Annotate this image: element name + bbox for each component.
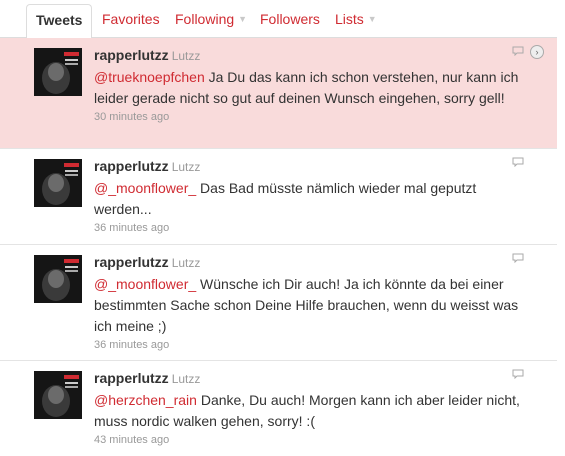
tab-lists[interactable]: Lists ▼ (335, 0, 377, 37)
avatar[interactable] (34, 255, 82, 303)
full-name: Lutzz (171, 49, 201, 63)
tab-label: Followers (260, 11, 320, 27)
reply-icon[interactable] (512, 157, 524, 167)
screen-name[interactable]: rapperlutzz (94, 47, 169, 63)
timestamp[interactable]: 36 minutes ago (94, 339, 534, 351)
tab-label: Lists (335, 11, 364, 27)
chevron-down-icon: ▼ (367, 14, 377, 24)
tweet-text: @_moonflower_ Wünsche ich Dir auch! Ja i… (94, 274, 534, 337)
tweet-feed: rapperlutzz Lutzz @trueknoepfchen Ja Du d… (0, 38, 557, 456)
avatar-image (34, 159, 82, 207)
chevron-right-icon[interactable]: › (530, 45, 544, 59)
avatar[interactable] (34, 48, 82, 96)
mention-link[interactable]: @_moonflower_ (94, 276, 196, 292)
timestamp[interactable]: 36 minutes ago (94, 222, 534, 234)
avatar-image (34, 371, 82, 419)
tab-label: Tweets (36, 12, 83, 28)
screen-name[interactable]: rapperlutzz (94, 254, 169, 270)
tweet-item[interactable]: rapperlutzz Lutzz @herzchen_rain Danke, D… (0, 361, 557, 456)
tweet-item[interactable]: rapperlutzz Lutzz @_moonflower_ Wünsche i… (0, 245, 557, 361)
reply-icon[interactable] (512, 46, 524, 56)
avatar-image (34, 255, 82, 303)
tweet-text: @herzchen_rain Danke, Du auch! Morgen ka… (94, 390, 534, 432)
full-name: Lutzz (171, 372, 201, 386)
tab-tweets[interactable]: Tweets (26, 4, 93, 40)
avatar[interactable] (34, 371, 82, 419)
avatar-image (34, 48, 82, 96)
timestamp[interactable]: 43 minutes ago (94, 434, 534, 446)
full-name: Lutzz (171, 256, 201, 270)
mention-link[interactable]: @herzchen_rain (94, 392, 197, 408)
avatar[interactable] (34, 159, 82, 207)
mention-link[interactable]: @trueknoepfchen (94, 69, 205, 85)
tweet-item[interactable]: rapperlutzz Lutzz @trueknoepfchen Ja Du d… (0, 38, 557, 149)
tweet-text: @_moonflower_ Das Bad müsste nämlich wie… (94, 178, 534, 220)
tweet-text: @trueknoepfchen Ja Du das kann ich schon… (94, 67, 534, 109)
tweet-item[interactable]: rapperlutzz Lutzz @_moonflower_ Das Bad m… (0, 149, 557, 245)
full-name: Lutzz (171, 160, 201, 174)
tab-label: Following (175, 11, 235, 27)
reply-icon[interactable] (512, 369, 524, 379)
screen-name[interactable]: rapperlutzz (94, 158, 169, 174)
profile-tabs: Tweets Favorites Following ▼ Followers Li… (0, 0, 557, 40)
chevron-down-icon: ▼ (238, 14, 248, 24)
screen-name[interactable]: rapperlutzz (94, 370, 169, 386)
tab-favorites[interactable]: Favorites (102, 0, 160, 37)
tab-followers[interactable]: Followers (260, 0, 320, 37)
mention-link[interactable]: @_moonflower_ (94, 180, 196, 196)
reply-icon[interactable] (512, 253, 524, 263)
timestamp[interactable]: 30 minutes ago (94, 111, 534, 123)
tab-label: Favorites (102, 11, 160, 27)
tab-following[interactable]: Following ▼ (175, 0, 247, 37)
